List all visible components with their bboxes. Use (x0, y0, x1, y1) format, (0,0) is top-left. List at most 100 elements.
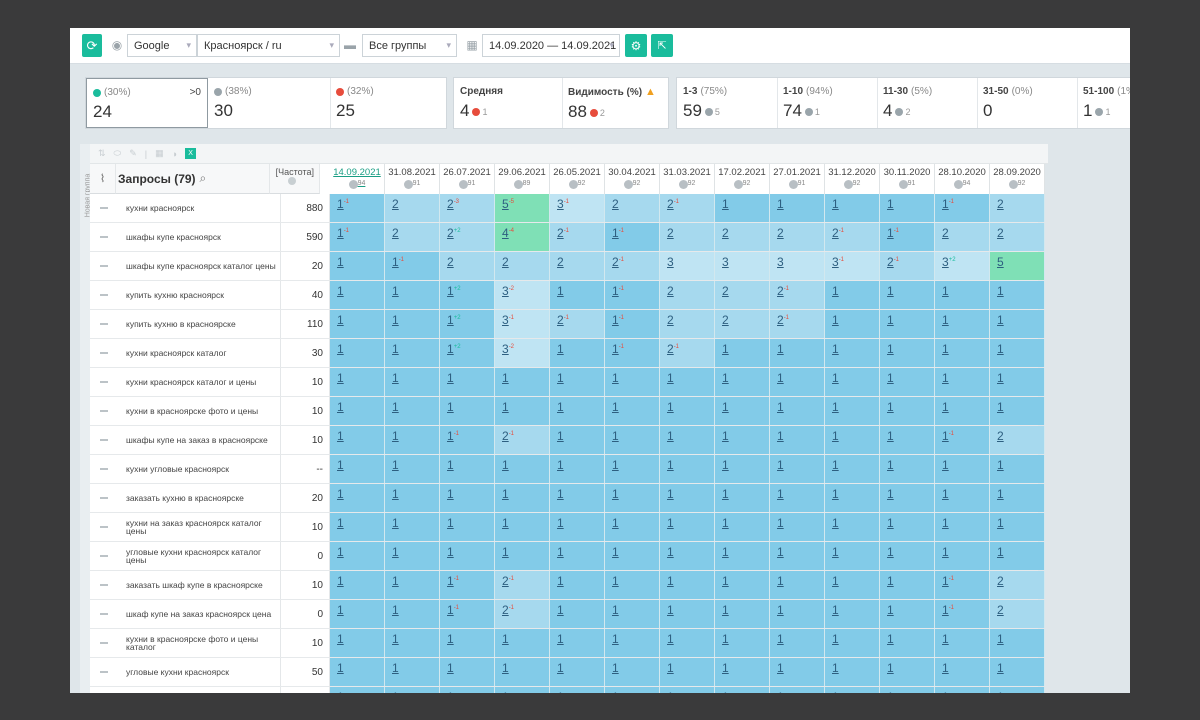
position-cell[interactable]: 1 (495, 687, 550, 693)
stat-average[interactable]: Средняя 41 (454, 78, 562, 128)
position-cell[interactable]: 1 (880, 455, 935, 483)
query-text[interactable]: шкафы купе красноярск (126, 223, 281, 251)
position-cell[interactable]: 1 (715, 426, 770, 454)
position-cell[interactable]: 2+2 (440, 223, 495, 251)
position-cell[interactable]: 1 (495, 629, 550, 657)
excel-icon[interactable]: X (185, 148, 197, 159)
position-cell[interactable]: 1 (495, 484, 550, 512)
position-cell[interactable]: 1 (715, 542, 770, 570)
position-cell[interactable]: 3 (715, 252, 770, 280)
minus-icon[interactable] (100, 555, 108, 557)
link-icon[interactable]: ✎ (129, 148, 137, 159)
chart-icon[interactable]: ◑ (172, 149, 177, 159)
position-cell[interactable]: 1 (605, 455, 660, 483)
position-cell[interactable]: 1 (440, 629, 495, 657)
position-cell[interactable]: 1 (935, 629, 990, 657)
position-cell[interactable]: 1 (605, 542, 660, 570)
stat-range-1-3[interactable]: 1-3 (75%) 59 5 (677, 78, 777, 128)
position-cell[interactable]: 1 (550, 658, 605, 686)
position-cell[interactable]: 1-1 (605, 339, 660, 367)
position-cell[interactable]: 1-1 (440, 571, 495, 599)
position-cell[interactable]: 1 (770, 571, 825, 599)
position-cell[interactable]: 1 (770, 513, 825, 541)
position-cell[interactable]: 1 (825, 310, 880, 338)
position-cell[interactable]: 1 (330, 426, 385, 454)
query-text[interactable]: кухни красноярск каталог (126, 339, 281, 367)
position-cell[interactable]: 1 (880, 658, 935, 686)
position-cell[interactable]: 1 (825, 600, 880, 628)
position-cell[interactable]: 2 (660, 223, 715, 251)
minus-icon[interactable] (100, 381, 108, 383)
table-row[interactable]: шкафы купе красноярск 590 1-1 2 2+2 4-4 2-1 1-1… (90, 223, 1045, 252)
position-cell[interactable]: 1 (715, 194, 770, 222)
position-cell[interactable]: 2-1 (660, 194, 715, 222)
stat-range-1-10[interactable]: 1-10 (94%) 74 1 (777, 78, 877, 128)
query-text[interactable]: угловые кухни красноярск (126, 658, 281, 686)
position-cell[interactable]: 1 (880, 368, 935, 396)
position-cell[interactable]: 1 (880, 339, 935, 367)
position-cell[interactable]: 1 (605, 368, 660, 396)
queries-header[interactable]: Запросы (79) ⌕ (116, 164, 270, 194)
position-cell[interactable]: 1-1 (605, 281, 660, 309)
position-cell[interactable]: 1 (990, 310, 1045, 338)
position-cell[interactable]: 1 (330, 368, 385, 396)
position-cell[interactable]: 1 (660, 542, 715, 570)
position-cell[interactable]: 2-1 (880, 252, 935, 280)
position-cell[interactable]: 1 (550, 571, 605, 599)
position-cell[interactable]: 1 (550, 629, 605, 657)
position-cell[interactable]: 1-1 (935, 571, 990, 599)
stat-range-51-100[interactable]: 51-100(1% 11 (1077, 78, 1130, 128)
position-cell[interactable]: 1+2 (440, 281, 495, 309)
position-cell[interactable]: 1 (715, 397, 770, 425)
query-text[interactable]: заказать кухню в красноярске (126, 484, 281, 512)
group-tab[interactable]: Новая группа (80, 144, 91, 693)
table-row[interactable]: угловые кухни красноярск каталог цены 0 1 1… (90, 542, 1045, 571)
date-column-header[interactable]: 30.04.2021 92 (605, 164, 660, 194)
position-cell[interactable]: 1-1 (605, 310, 660, 338)
date-column-header[interactable]: 26.07.2021 91 (440, 164, 495, 194)
position-cell[interactable]: 1 (660, 397, 715, 425)
position-cell[interactable]: 1 (935, 658, 990, 686)
position-cell[interactable]: 1 (440, 687, 495, 693)
position-cell[interactable]: 1 (385, 629, 440, 657)
minus-icon[interactable] (100, 497, 108, 499)
position-cell[interactable]: 1 (550, 455, 605, 483)
position-cell[interactable]: 1 (990, 629, 1045, 657)
position-cell[interactable]: 1 (495, 658, 550, 686)
position-cell[interactable]: 1 (880, 600, 935, 628)
stat-range-11-30[interactable]: 11-30 (5%) 42 (877, 78, 977, 128)
date-column-header[interactable]: 29.06.2021 89 (495, 164, 550, 194)
position-cell[interactable]: 1 (990, 484, 1045, 512)
position-cell[interactable]: 1 (770, 455, 825, 483)
position-cell[interactable]: 1 (770, 426, 825, 454)
position-cell[interactable]: 1 (330, 281, 385, 309)
query-text[interactable]: шкафы купе красноярск каталог цены (126, 252, 281, 280)
position-cell[interactable]: 1 (770, 194, 825, 222)
minus-icon[interactable] (100, 613, 108, 615)
position-cell[interactable]: 1 (330, 687, 385, 693)
position-cell[interactable]: 1-1 (605, 223, 660, 251)
settings-button[interactable]: ⚙ (625, 34, 647, 57)
region-select[interactable]: Красноярск / ru ▾ (197, 34, 340, 57)
position-cell[interactable]: 1 (935, 484, 990, 512)
grid-icon[interactable]: ▦ (155, 148, 164, 159)
position-cell[interactable]: 1 (770, 542, 825, 570)
position-cell[interactable]: 1 (605, 571, 660, 599)
position-cell[interactable]: 2 (385, 223, 440, 251)
query-text[interactable]: кухни угловые красноярск на (126, 687, 281, 693)
position-cell[interactable]: 1 (440, 484, 495, 512)
stat-visibility[interactable]: Видимость (%) ▲ 88 2 (562, 78, 670, 128)
position-cell[interactable]: 1 (330, 542, 385, 570)
position-cell[interactable]: 1 (550, 397, 605, 425)
frequency-header[interactable]: [Частота] (270, 164, 320, 194)
position-cell[interactable]: 1 (770, 339, 825, 367)
position-cell[interactable]: 1 (825, 339, 880, 367)
position-cell[interactable]: 2-3 (440, 194, 495, 222)
position-cell[interactable]: 1 (770, 687, 825, 693)
date-column-header[interactable]: 14.09.2021 94 (330, 164, 385, 194)
position-cell[interactable]: 1 (385, 397, 440, 425)
position-cell[interactable]: 2-1 (495, 600, 550, 628)
date-column-header[interactable]: 28.10.2020 94 (935, 164, 990, 194)
position-cell[interactable]: 1 (605, 658, 660, 686)
table-row[interactable]: купить кухню в красноярске 110 1 1 1+2 3-1 2-1… (90, 310, 1045, 339)
